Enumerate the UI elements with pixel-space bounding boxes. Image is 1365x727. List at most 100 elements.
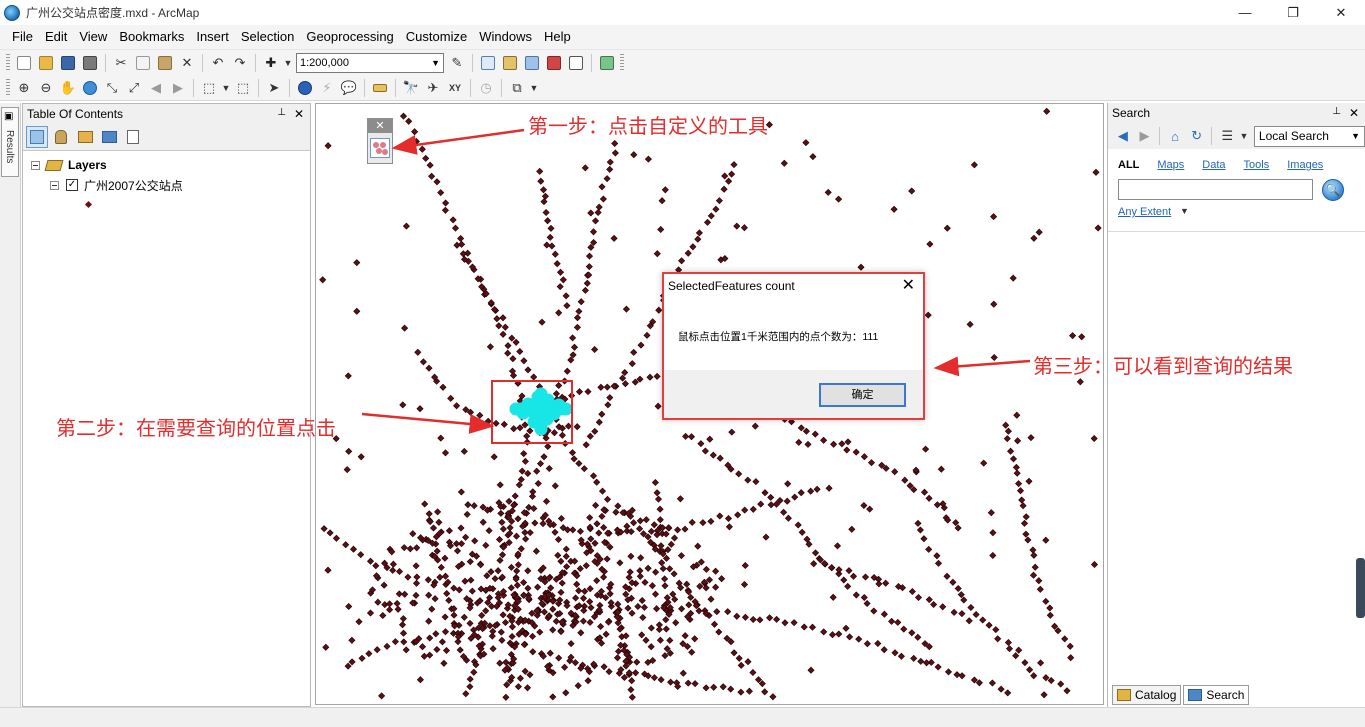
search-options-dropdown-icon[interactable]: ▼ — [1239, 126, 1249, 146]
collapse-icon[interactable] — [31, 160, 40, 170]
layers-tree-row[interactable]: Layers — [31, 156, 107, 174]
add-data-dropdown-icon[interactable]: ▼ — [283, 53, 293, 73]
search-window-icon[interactable] — [522, 53, 542, 73]
home-icon[interactable]: ⌂ — [1165, 126, 1185, 146]
map-scale-select[interactable]: 1:200,000 ▼ — [296, 52, 444, 73]
html-popup-icon[interactable]: 💬 — [339, 78, 359, 98]
identify-info-icon[interactable] — [295, 78, 315, 98]
close-window-button[interactable]: ✕ — [1317, 0, 1365, 25]
menu-file[interactable]: File — [6, 26, 39, 48]
filter-images[interactable]: Images — [1287, 159, 1323, 171]
pin-icon[interactable]: ⊥ — [1332, 106, 1341, 120]
results-tab[interactable]: ▣ Results — [1, 107, 19, 177]
add-data-icon[interactable]: ✚ — [261, 53, 281, 73]
bus-stop-point — [916, 526, 924, 534]
custom-query-tool-icon[interactable] — [370, 138, 390, 158]
list-by-selection-icon[interactable] — [98, 126, 120, 148]
filter-all[interactable]: ALL — [1118, 159, 1139, 171]
full-extent-globe-icon[interactable] — [80, 78, 100, 98]
toc-options-icon[interactable] — [122, 126, 144, 148]
tools-dropdown-icon[interactable]: ▼ — [529, 78, 539, 98]
cut-icon[interactable]: ✂ — [111, 53, 131, 73]
collapse-icon[interactable] — [50, 180, 59, 190]
menu-insert[interactable]: Insert — [190, 26, 235, 48]
select-elements-pointer-icon[interactable]: ➤ — [264, 78, 284, 98]
menu-selection[interactable]: Selection — [235, 26, 300, 48]
bus-stop-point — [852, 591, 860, 599]
menu-view[interactable]: View — [73, 26, 113, 48]
toolbar-grip[interactable] — [620, 53, 624, 72]
toolbar-grip[interactable] — [6, 78, 10, 97]
search-tab[interactable]: Search — [1183, 685, 1250, 705]
find-binoculars-icon[interactable]: 🔭 — [401, 78, 421, 98]
layer-tree-row[interactable]: ✓ 广州2007公交站点 — [50, 176, 183, 194]
dialog-ok-button[interactable]: 确定 — [819, 383, 906, 407]
list-by-visibility-icon[interactable] — [74, 126, 96, 148]
restore-button[interactable]: ❐ — [1269, 0, 1317, 25]
select-features-icon[interactable]: ⬚ — [199, 78, 219, 98]
filter-maps[interactable]: Maps — [1157, 159, 1184, 171]
forward-extent-icon[interactable]: ▶ — [168, 78, 188, 98]
menu-windows[interactable]: Windows — [473, 26, 538, 48]
redo-icon[interactable]: ↷ — [230, 53, 250, 73]
back-arrow-icon[interactable]: ◀ — [1113, 126, 1133, 146]
paste-icon[interactable] — [155, 53, 175, 73]
menu-customize[interactable]: Customize — [400, 26, 473, 48]
dialog-close-button[interactable]: ✕ — [902, 278, 915, 294]
pan-hand-icon[interactable]: ✋ — [58, 78, 78, 98]
create-viewer-window-icon[interactable]: ⧉ — [507, 78, 527, 98]
zoom-out-icon[interactable]: ⊖ — [36, 78, 56, 98]
search-extent-link[interactable]: Any Extent — [1118, 206, 1171, 218]
print-icon[interactable] — [80, 53, 100, 73]
save-icon[interactable] — [58, 53, 78, 73]
layer-visibility-checkbox[interactable]: ✓ — [66, 179, 78, 191]
clear-selection-icon[interactable]: ⬚ — [233, 78, 253, 98]
menu-bookmarks[interactable]: Bookmarks — [113, 26, 190, 48]
layer-name-label[interactable]: 广州2007公交站点 — [84, 177, 183, 194]
forward-arrow-icon[interactable]: ▶ — [1135, 126, 1155, 146]
search-scope-select[interactable]: Local Search ▼ — [1253, 125, 1365, 147]
refresh-icon[interactable]: ↻ — [1187, 126, 1207, 146]
catalog-tab[interactable]: Catalog — [1112, 685, 1182, 705]
back-extent-icon[interactable]: ◀ — [146, 78, 166, 98]
search-close-button[interactable]: ✕ — [1349, 106, 1359, 120]
filter-tools[interactable]: Tools — [1244, 159, 1270, 171]
fixed-zoom-out-icon[interactable]: ⤢ — [124, 78, 144, 98]
mini-toolbar-close-button[interactable]: ✕ — [368, 119, 392, 133]
arctoolbox-icon[interactable] — [544, 53, 564, 73]
menu-geoprocessing[interactable]: Geoprocessing — [300, 26, 399, 48]
pin-icon[interactable]: ⊥ — [277, 107, 286, 121]
hyperlink-icon[interactable]: ⚡ — [317, 78, 337, 98]
chevron-down-icon[interactable]: ▼ — [1180, 206, 1189, 216]
toc-close-button[interactable]: ✕ — [294, 107, 304, 121]
open-folder-icon[interactable] — [36, 53, 56, 73]
toolbar-grip[interactable] — [6, 53, 10, 72]
delete-icon[interactable]: ✕ — [177, 53, 197, 73]
list-by-drawing-order-icon[interactable] — [26, 126, 48, 148]
editor-toolbar-icon[interactable]: ✎ — [447, 53, 467, 73]
menu-edit[interactable]: Edit — [39, 26, 73, 48]
search-go-icon[interactable]: 🔍 — [1322, 179, 1344, 201]
new-document-icon[interactable] — [14, 53, 34, 73]
find-route-icon[interactable]: ✈ — [423, 78, 443, 98]
list-by-source-icon[interactable] — [50, 126, 72, 148]
copy-icon[interactable] — [133, 53, 153, 73]
zoom-in-icon[interactable]: ⊕ — [14, 78, 34, 98]
minimize-button[interactable]: — — [1221, 0, 1269, 25]
search-input[interactable] — [1118, 179, 1313, 200]
window-title: 广州公交站点密度.mxd - ArcMap — [26, 6, 200, 20]
time-slider-icon[interactable]: ◷ — [476, 78, 496, 98]
scroll-handle[interactable] — [1356, 558, 1365, 618]
table-of-contents-window-icon[interactable] — [478, 53, 498, 73]
fixed-zoom-in-icon[interactable]: ⤡ — [102, 78, 122, 98]
python-window-icon[interactable] — [566, 53, 586, 73]
menu-help[interactable]: Help — [538, 26, 577, 48]
measure-icon[interactable] — [370, 78, 390, 98]
search-options-icon[interactable]: ☰ — [1217, 126, 1237, 146]
model-builder-icon[interactable] — [597, 53, 617, 73]
filter-data[interactable]: Data — [1202, 159, 1225, 171]
undo-icon[interactable]: ↶ — [208, 53, 228, 73]
go-to-xy-icon[interactable]: XY — [445, 78, 465, 98]
select-dropdown-icon[interactable]: ▼ — [221, 78, 231, 98]
catalog-window-icon[interactable] — [500, 53, 520, 73]
